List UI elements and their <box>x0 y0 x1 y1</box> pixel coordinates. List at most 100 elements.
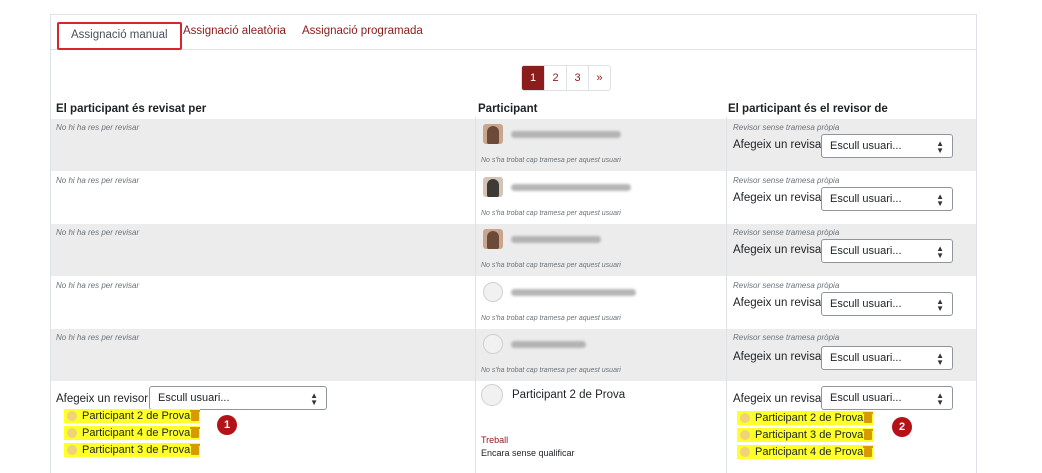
add-reviewee-select[interactable]: Escull usuari... ▲ ▼ <box>821 239 953 263</box>
reviewee-item: Participant 3 de Prova <box>737 428 874 442</box>
trash-icon[interactable] <box>863 445 874 457</box>
add-reviewer-label: Afegeix un revisor <box>56 393 149 405</box>
select-value: Escull usuari... <box>830 245 902 257</box>
select-value: Escull usuari... <box>830 392 902 404</box>
trash-icon[interactable] <box>190 409 201 421</box>
column-header-reviewer-of: El participant és el revisor de <box>728 103 888 115</box>
trash-icon[interactable] <box>190 443 201 455</box>
table-row: No hi ha res per revisar No s'ha trobat … <box>51 329 976 381</box>
trash-icon[interactable] <box>863 411 874 423</box>
add-reviewee-label: Afegeix un revisat <box>733 192 825 204</box>
trash-icon[interactable] <box>190 426 201 438</box>
participant-name-blurred <box>511 131 621 138</box>
allocation-panel: Assignació manual Assignació aleatòria A… <box>50 14 977 473</box>
avatar <box>483 282 503 302</box>
table-row: No hi ha res per revisar No s'ha trobat … <box>51 119 976 171</box>
nothing-to-review-text: No hi ha res per revisar <box>56 281 140 290</box>
no-submission-text: No s'ha trobat cap tramesa per aquest us… <box>481 315 621 322</box>
add-reviewee-label: Afegeix un revisat <box>733 351 825 363</box>
user-icon <box>740 430 750 440</box>
no-submission-text: No s'ha trobat cap tramesa per aquest us… <box>481 210 621 217</box>
table-row: Afegeix un revisor Escull usuari... ▲ ▼ Pa… <box>51 381 976 473</box>
select-value: Escull usuari... <box>830 193 902 205</box>
column-header-participant: Participant <box>478 103 538 115</box>
no-submission-text: No s'ha trobat cap tramesa per aquest us… <box>481 367 621 374</box>
trash-icon[interactable] <box>863 428 874 440</box>
select-value: Escull usuari... <box>830 140 902 152</box>
reviewer-without-submission-text: Revisor sense tramesa pròpia <box>733 176 840 185</box>
select-value: Escull usuari... <box>830 352 902 364</box>
reviewer-without-submission-text: Revisor sense tramesa pròpia <box>733 123 840 132</box>
add-reviewee-select[interactable]: Escull usuari... ▲ ▼ <box>821 346 953 370</box>
add-reviewee-select[interactable]: Escull usuari... ▲ ▼ <box>821 134 953 158</box>
reviewer-item: Participant 4 de Prova <box>64 426 201 440</box>
table-row: No hi ha res per revisar No s'ha trobat … <box>51 224 976 276</box>
reviewer-item: Participant 3 de Prova <box>64 443 201 457</box>
reviewer-name: Participant 4 de Prova <box>82 427 191 439</box>
allocation-tabs: Assignació manual Assignació aleatòria A… <box>51 15 976 50</box>
table-row: No hi ha res per revisar No s'ha trobat … <box>51 277 976 329</box>
column-divider <box>726 117 727 473</box>
table-row: No hi ha res per revisar No s'ha trobat … <box>51 172 976 224</box>
select-value: Escull usuari... <box>830 298 902 310</box>
reviewee-name: Participant 3 de Prova <box>755 429 864 441</box>
participant-name-blurred <box>511 341 586 348</box>
nothing-to-review-text: No hi ha res per revisar <box>56 333 140 342</box>
avatar <box>483 124 503 144</box>
tab-manual-allocation[interactable]: Assignació manual <box>57 22 182 50</box>
reviewer-without-submission-text: Revisor sense tramesa pròpia <box>733 228 840 237</box>
avatar <box>483 334 503 354</box>
participant-name-blurred <box>511 184 631 191</box>
select-caret-icon: ▲ ▼ <box>936 192 944 208</box>
add-reviewee-label: Afegeix un revisat <box>733 393 825 405</box>
page-3-button[interactable]: 3 <box>566 66 588 90</box>
avatar <box>483 229 503 249</box>
reviewer-without-submission-text: Revisor sense tramesa pròpia <box>733 281 840 290</box>
select-caret-icon: ▲ ▼ <box>936 351 944 367</box>
no-submission-text: No s'ha trobat cap tramesa per aquest us… <box>481 157 621 164</box>
user-icon <box>740 413 750 423</box>
select-caret-icon: ▲ ▼ <box>936 139 944 155</box>
nothing-to-review-text: No hi ha res per revisar <box>56 176 140 185</box>
select-caret-icon: ▲ ▼ <box>310 391 318 407</box>
reviewer-name: Participant 2 de Prova <box>82 410 191 422</box>
nothing-to-review-text: No hi ha res per revisar <box>56 228 140 237</box>
no-submission-text: No s'ha trobat cap tramesa per aquest us… <box>481 262 621 269</box>
avatar <box>481 384 503 406</box>
add-reviewee-select[interactable]: Escull usuari... ▲ ▼ <box>821 187 953 211</box>
participant-name-blurred <box>511 236 601 243</box>
reviewee-item: Participant 2 de Prova <box>737 411 874 425</box>
next-page-button[interactable]: » <box>588 66 610 90</box>
tab-random-allocation[interactable]: Assignació aleatòria <box>183 25 286 37</box>
reviewer-name: Participant 3 de Prova <box>82 444 191 456</box>
add-reviewee-label: Afegeix un revisat <box>733 244 825 256</box>
add-reviewee-label: Afegeix un revisat <box>733 139 825 151</box>
nothing-to-review-text: No hi ha res per revisar <box>56 123 140 132</box>
select-caret-icon: ▲ ▼ <box>936 391 944 407</box>
participant-name-blurred <box>511 289 636 296</box>
column-divider <box>475 117 476 473</box>
avatar <box>483 177 503 197</box>
select-caret-icon: ▲ ▼ <box>936 244 944 260</box>
reviewer-without-submission-text: Revisor sense tramesa pròpia <box>733 333 840 342</box>
callout-badge-1: 1 <box>217 415 237 435</box>
add-reviewer-select[interactable]: Escull usuari... ▲ ▼ <box>149 386 327 410</box>
submission-link[interactable]: Treball <box>481 435 508 445</box>
user-icon <box>67 411 77 421</box>
select-caret-icon: ▲ ▼ <box>936 297 944 313</box>
reviewee-name: Participant 4 de Prova <box>755 446 864 458</box>
pagination: 1 2 3 » <box>521 65 611 91</box>
page-1-button[interactable]: 1 <box>522 66 544 90</box>
reviewer-item: Participant 2 de Prova <box>64 409 201 423</box>
callout-badge-2: 2 <box>892 417 912 437</box>
add-reviewee-select[interactable]: Escull usuari... ▲ ▼ <box>821 386 953 410</box>
user-icon <box>67 428 77 438</box>
add-reviewee-select[interactable]: Escull usuari... ▲ ▼ <box>821 292 953 316</box>
grade-status: Encara sense qualificar <box>481 448 575 458</box>
page-2-button[interactable]: 2 <box>544 66 566 90</box>
participant-name: Participant 2 de Prova <box>512 389 626 401</box>
user-icon <box>740 447 750 457</box>
column-header-reviewed-by: El participant és revisat per <box>56 103 207 115</box>
reviewee-item: Participant 4 de Prova <box>737 445 874 459</box>
tab-scheduled-allocation[interactable]: Assignació programada <box>302 25 423 37</box>
